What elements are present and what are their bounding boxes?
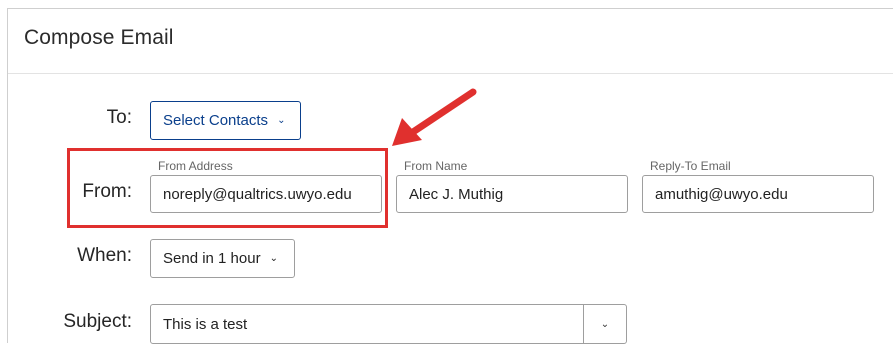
chevron-down-icon: ⌄ bbox=[269, 252, 278, 264]
select-contacts-button[interactable]: Select Contacts ⌄ bbox=[150, 101, 301, 140]
header-divider bbox=[8, 73, 893, 74]
reply-to-caption: Reply-To Email bbox=[650, 159, 731, 173]
arrow-icon bbox=[392, 88, 477, 146]
when-selected-label: Send in 1 hour bbox=[163, 250, 261, 267]
when-label: When: bbox=[77, 245, 132, 266]
subject-dropdown-button[interactable]: ⌄ bbox=[583, 305, 626, 343]
chevron-down-icon: ⌄ bbox=[277, 114, 286, 126]
reply-to-email-field[interactable]: amuthig@uwyo.edu bbox=[642, 175, 874, 213]
annotation-highlight-box bbox=[67, 148, 388, 228]
dialog-title: Compose Email bbox=[24, 26, 174, 49]
to-label: To: bbox=[106, 107, 132, 128]
chevron-down-icon: ⌄ bbox=[600, 318, 610, 330]
subject-combobox: This is a test ⌄ bbox=[150, 304, 627, 344]
when-dropdown[interactable]: Send in 1 hour ⌄ bbox=[150, 239, 295, 278]
subject-input[interactable]: This is a test bbox=[151, 305, 583, 343]
select-contacts-label: Select Contacts bbox=[163, 112, 269, 129]
from-name-field[interactable]: Alec J. Muthig bbox=[396, 175, 628, 213]
from-name-caption: From Name bbox=[404, 159, 468, 173]
subject-label: Subject: bbox=[63, 311, 132, 332]
